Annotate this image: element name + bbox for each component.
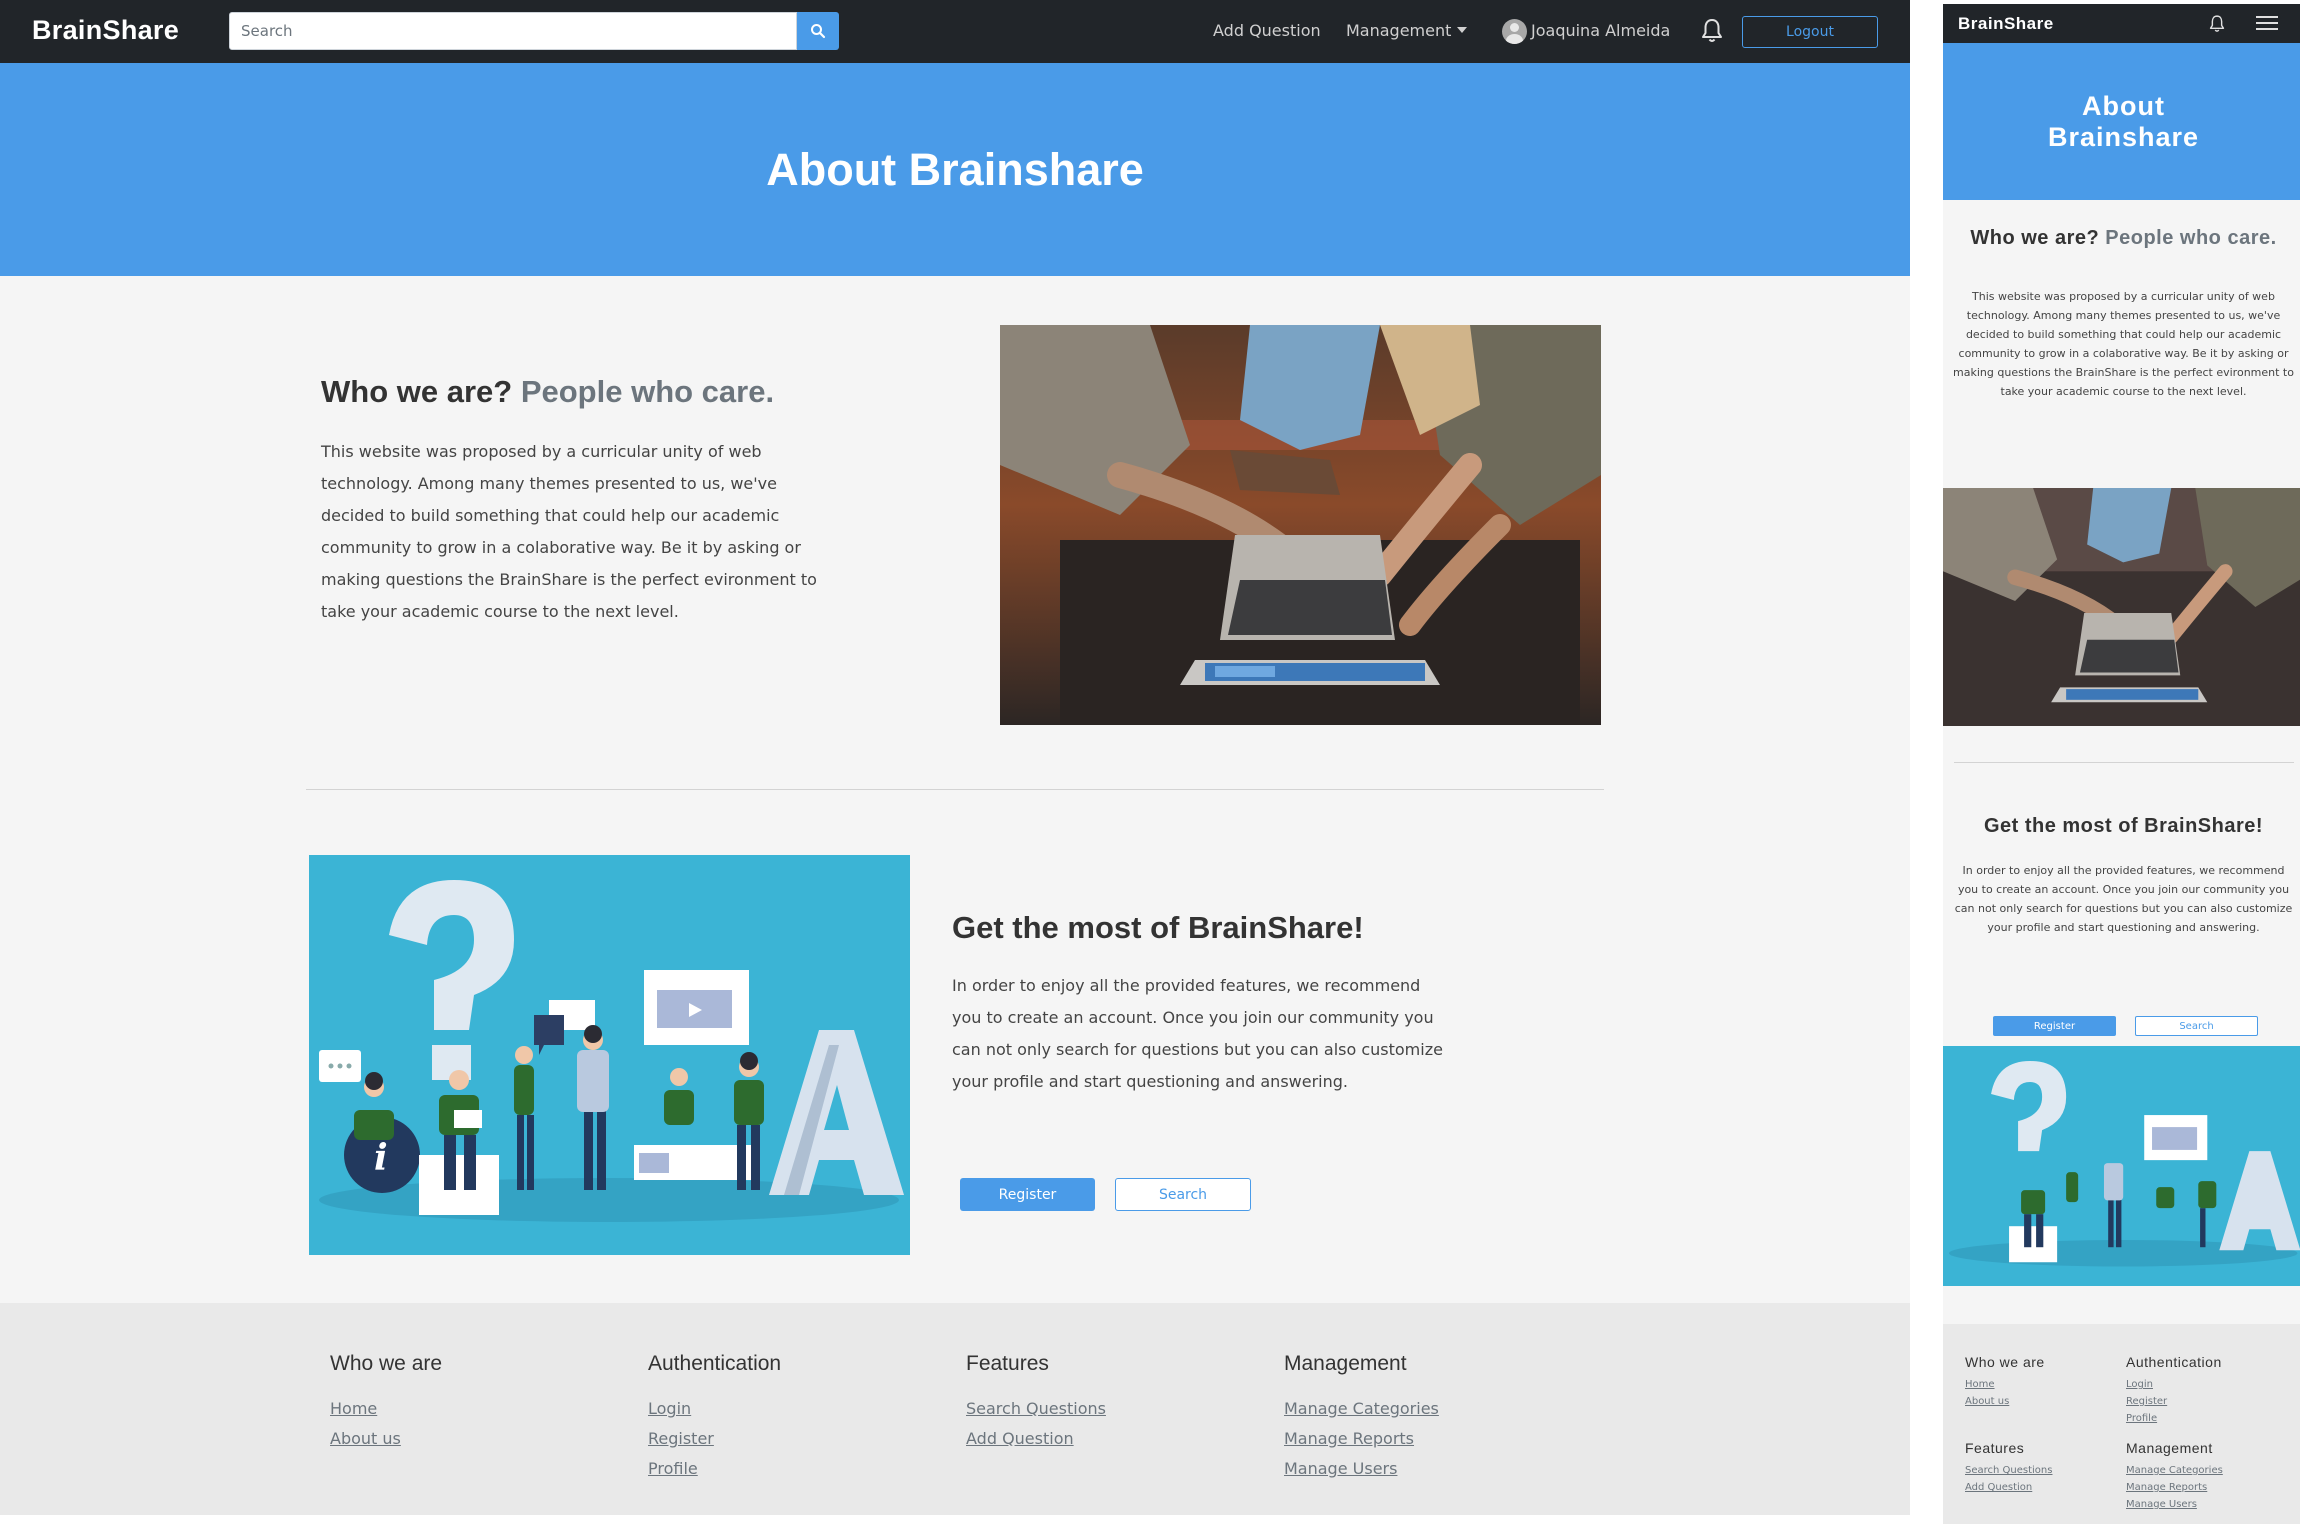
mobile-view: BrainShare About Brainshare Who we are? …: [1943, 4, 2300, 1524]
mobile-who-we-are-heading: Who we are? People who care.: [1963, 227, 2284, 250]
footer-link-login[interactable]: Login: [648, 1399, 691, 1418]
who-title-main: Who we are?: [321, 374, 513, 409]
footer-heading-who-we-are: Who we are: [330, 1352, 443, 1375]
mobile-who-title-main: Who we are?: [1970, 227, 2100, 249]
nav-add-question[interactable]: Add Question: [1213, 21, 1321, 40]
search-input[interactable]: [230, 13, 796, 49]
mobile-footer-link-add-question[interactable]: Add Question: [1965, 1479, 2052, 1496]
brand-logo[interactable]: BrainShare: [32, 15, 179, 46]
get-the-most-text: In order to enjoy all the provided featu…: [952, 976, 1443, 1091]
community-illustration: i: [309, 855, 910, 1255]
mobile-footer-link-manage-users[interactable]: Manage Users: [2126, 1496, 2223, 1513]
footer-link-profile[interactable]: Profile: [648, 1459, 698, 1478]
footer-link-manage-users[interactable]: Manage Users: [1284, 1459, 1397, 1478]
mobile-navbar: BrainShare: [1943, 4, 2300, 43]
search-button[interactable]: [797, 12, 839, 50]
footer-heading-features: Features: [966, 1352, 1049, 1375]
mobile-footer-link-about-us[interactable]: About us: [1965, 1393, 2045, 1410]
mobile-footer-col-who-we-are: Who we are Home About us: [1965, 1354, 2045, 1410]
footer-link-home[interactable]: Home: [330, 1399, 377, 1418]
footer-heading-management: Management: [1284, 1352, 1407, 1375]
page-title: About Brainshare: [766, 143, 1144, 195]
logout-button[interactable]: Logout: [1742, 16, 1878, 48]
who-we-are-text: This website was proposed by a curricula…: [321, 442, 817, 621]
nav-username[interactable]: Joaquina Almeida: [1531, 21, 1670, 40]
desktop-view: BrainShare Add Question Management Joaqu…: [0, 0, 1910, 1515]
register-button[interactable]: Register: [960, 1178, 1095, 1211]
mobile-footer-col-management: Management Manage Categories Manage Repo…: [2126, 1440, 2223, 1513]
svg-text:i: i: [374, 1137, 388, 1179]
hamburger-menu-icon[interactable]: [2256, 16, 2278, 30]
mobile-footer-heading-management: Management: [2126, 1440, 2213, 1456]
mobile-page-title: About Brainshare: [2047, 90, 2200, 152]
mobile-register-button[interactable]: Register: [1993, 1016, 2116, 1036]
footer-heading-authentication: Authentication: [648, 1352, 782, 1375]
mobile-footer-link-manage-reports[interactable]: Manage Reports: [2126, 1479, 2223, 1496]
footer-link-add-question[interactable]: Add Question: [966, 1429, 1074, 1448]
mobile-footer-heading-features: Features: [1965, 1440, 2025, 1456]
mobile-footer-link-register[interactable]: Register: [2126, 1393, 2222, 1410]
who-we-are-heading: Who we are? People who care.: [321, 374, 774, 410]
mobile-who-we-are-text: This website was proposed by a curricula…: [1953, 290, 2294, 398]
mobile-hero-banner: About Brainshare: [1943, 43, 2300, 200]
footer-link-manage-reports[interactable]: Manage Reports: [1284, 1429, 1414, 1448]
nav-management-dropdown[interactable]: Management: [1346, 21, 1468, 40]
section-divider: [306, 789, 1604, 790]
mobile-get-the-most-text: In order to enjoy all the provided featu…: [1954, 864, 2293, 934]
search-cta-button[interactable]: Search: [1115, 1178, 1251, 1211]
footer: Who we are Home About us Authentication …: [0, 1303, 1910, 1515]
bell-icon[interactable]: [2208, 14, 2226, 34]
hero-banner: About Brainshare: [0, 63, 1910, 276]
footer-link-search-questions[interactable]: Search Questions: [966, 1399, 1106, 1418]
mobile-section-divider: [1954, 762, 2294, 763]
mobile-brand-logo[interactable]: BrainShare: [1958, 14, 2054, 34]
mobile-footer-col-features: Features Search Questions Add Question: [1965, 1440, 2052, 1496]
mobile-footer-link-profile[interactable]: Profile: [2126, 1410, 2222, 1427]
user-avatar-icon[interactable]: [1502, 19, 1527, 44]
search-field-wrapper: [229, 12, 797, 50]
mobile-team-laptop-photo: [1943, 488, 2300, 726]
mobile-footer-col-authentication: Authentication Login Register Profile: [2126, 1354, 2222, 1427]
nav-management-label: Management: [1346, 21, 1452, 40]
footer-link-about-us[interactable]: About us: [330, 1429, 401, 1448]
mobile-footer-heading-authentication: Authentication: [2126, 1354, 2222, 1370]
mobile-footer-link-search-questions[interactable]: Search Questions: [1965, 1462, 2052, 1479]
mobile-footer-heading-who-we-are: Who we are: [1965, 1354, 2045, 1370]
caret-down-icon: [1457, 27, 1468, 33]
mobile-get-the-most-heading: Get the most of BrainShare!: [1983, 815, 2264, 837]
team-laptop-photo: [1000, 325, 1601, 725]
navbar: BrainShare Add Question Management Joaqu…: [0, 0, 1910, 63]
mobile-who-title-accent: People who care.: [2105, 227, 2277, 249]
mobile-footer: Who we are Home About us Authentication …: [1943, 1324, 2300, 1524]
who-title-accent: People who care.: [520, 374, 775, 409]
get-the-most-heading: Get the most of BrainShare!: [952, 910, 1364, 945]
search-icon: [811, 24, 826, 39]
mobile-search-cta-button[interactable]: Search: [2135, 1016, 2258, 1036]
bell-icon[interactable]: [1700, 17, 1724, 45]
mobile-footer-link-login[interactable]: Login: [2126, 1376, 2222, 1393]
mobile-footer-link-manage-categories[interactable]: Manage Categories: [2126, 1462, 2223, 1479]
footer-link-manage-categories[interactable]: Manage Categories: [1284, 1399, 1439, 1418]
footer-link-register[interactable]: Register: [648, 1429, 714, 1448]
mobile-community-illustration: [1943, 1046, 2300, 1286]
mobile-footer-link-home[interactable]: Home: [1965, 1376, 2045, 1393]
